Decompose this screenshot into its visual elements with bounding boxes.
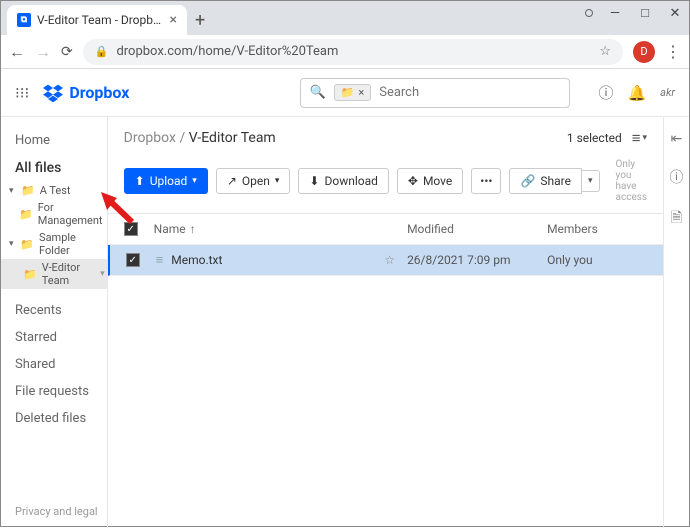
folder-tree: ▾📁A Test 📁For Management ▾📁Sample Folder…	[1, 182, 107, 289]
browser-tab[interactable]: ⧉ V-Editor Team - Dropbox ×	[7, 5, 187, 35]
search-filter-pill[interactable]: 📁 ×	[334, 84, 372, 101]
minimize-button[interactable]: —	[607, 6, 623, 21]
col-name-header[interactable]: Name ↑	[154, 222, 407, 236]
share-button[interactable]: 🔗 Share	[509, 168, 582, 194]
col-modified-header[interactable]: Modified	[407, 222, 547, 236]
window-account-icon[interactable]	[585, 9, 593, 17]
sidebar-shared[interactable]: Shared	[1, 351, 107, 378]
sidebar: Home All files ▾📁A Test 📁For Management …	[1, 117, 108, 528]
reload-button[interactable]: ⟳	[61, 44, 73, 60]
search-input[interactable]	[371, 85, 569, 100]
info-rail-icon[interactable]: ⓘ	[670, 167, 684, 187]
dropbox-favicon: ⧉	[17, 13, 31, 27]
profile-avatar[interactable]: D	[633, 41, 655, 63]
tree-folder-sample[interactable]: ▾📁Sample Folder	[1, 229, 107, 259]
address-bar[interactable]: 🔒 dropbox.com/home/V-Editor%20Team ☆	[83, 39, 623, 65]
search-icon: 🔍	[301, 85, 333, 100]
window-controls: — □ ✕	[585, 5, 683, 21]
bookmark-star-icon[interactable]: ☆	[599, 44, 611, 59]
back-button[interactable]: ←	[9, 42, 25, 62]
sidebar-recents[interactable]: Recents	[1, 297, 107, 324]
sidebar-deleted[interactable]: Deleted files	[1, 405, 107, 432]
forward-button[interactable]: →	[35, 42, 51, 62]
brand-text: Dropbox	[69, 83, 129, 102]
close-window-button[interactable]: ✕	[667, 6, 683, 21]
row-checkbox[interactable]: ✓	[126, 253, 140, 267]
close-tab-icon[interactable]: ×	[170, 12, 177, 28]
browser-menu-icon[interactable]: ⋮	[665, 42, 681, 61]
dropbox-icon	[43, 84, 63, 102]
file-members: Only you	[547, 253, 647, 267]
breadcrumb-current: V-Editor Team	[189, 130, 276, 146]
activity-rail-icon[interactable]: 🗎	[671, 207, 682, 231]
right-rail: ⇤ ⓘ 🗎	[664, 117, 689, 528]
col-members-header[interactable]: Members	[547, 222, 647, 236]
tree-folder-veditor[interactable]: 📁V-Editor Team▾	[1, 259, 107, 289]
sidebar-starred[interactable]: Starred	[1, 324, 107, 351]
sidebar-all-files[interactable]: All files	[1, 154, 107, 182]
dropbox-logo[interactable]: Dropbox	[43, 83, 129, 102]
open-button[interactable]: ↗ Open ▾	[216, 168, 291, 194]
move-button[interactable]: ✥ Move	[397, 168, 463, 194]
breadcrumb: Dropbox / V-Editor Team	[124, 130, 276, 146]
action-toolbar: ⬆ Upload ▾ ↗ Open ▾ ⬇ Download ✥ Move ••…	[108, 155, 663, 214]
tree-folder-management[interactable]: 📁For Management	[1, 199, 107, 229]
help-icon[interactable]: ⓘ	[598, 82, 613, 103]
tab-title: V-Editor Team - Dropbox	[37, 13, 164, 27]
account-initials[interactable]: akr	[660, 86, 675, 99]
notifications-icon[interactable]: 🔔	[627, 84, 646, 102]
download-button[interactable]: ⬇ Download	[298, 168, 388, 194]
share-dropdown[interactable]: ▾	[582, 170, 600, 192]
sidebar-home[interactable]: Home	[1, 127, 107, 154]
tree-folder-atest[interactable]: ▾📁A Test	[1, 182, 107, 199]
selection-count: 1 selected	[567, 131, 622, 145]
file-row[interactable]: ✓ ≡ Memo.txt ☆ 26/8/2021 7:09 pm Only yo…	[108, 245, 663, 276]
search-box[interactable]: 🔍 📁 ×	[300, 78, 570, 108]
table-header: ✓ Name ↑ Modified Members	[108, 214, 663, 245]
select-all-checkbox[interactable]: ✓	[124, 222, 138, 236]
access-text: Only you have access	[616, 159, 648, 203]
file-modified: 26/8/2021 7:09 pm	[407, 253, 547, 267]
text-file-icon: ≡	[156, 252, 164, 268]
collapse-rail-icon[interactable]: ⇤	[671, 131, 683, 147]
browser-tabstrip: ⧉ V-Editor Team - Dropbox × + — □ ✕	[1, 1, 689, 35]
apps-grid-icon[interactable]: ⁝⁝⁝	[15, 84, 29, 102]
new-tab-button[interactable]: +	[195, 10, 205, 31]
header-actions: ⓘ 🔔 akr	[598, 82, 675, 103]
upload-button[interactable]: ⬆ Upload ▾	[124, 168, 208, 194]
sort-arrow-icon: ↑	[190, 222, 196, 236]
file-name: Memo.txt	[171, 253, 222, 267]
maximize-button[interactable]: □	[637, 5, 653, 21]
url-text: dropbox.com/home/V-Editor%20Team	[116, 44, 338, 59]
sidebar-file-requests[interactable]: File requests	[1, 378, 107, 405]
breadcrumb-root[interactable]: Dropbox	[124, 130, 176, 146]
main-content: Dropbox / V-Editor Team 1 selected ≡ ▾ ⬆…	[108, 117, 664, 528]
app-header: ⁝⁝⁝ Dropbox 🔍 📁 × ⓘ 🔔 akr	[1, 69, 689, 117]
privacy-link[interactable]: Privacy and legal	[15, 505, 98, 518]
star-icon[interactable]: ☆	[384, 253, 395, 267]
more-actions-button[interactable]: •••	[471, 168, 501, 194]
lock-icon: 🔒	[95, 45, 109, 58]
browser-toolbar: ← → ⟳ 🔒 dropbox.com/home/V-Editor%20Team…	[1, 35, 689, 69]
view-toggle[interactable]: ≡ ▾	[632, 129, 647, 147]
